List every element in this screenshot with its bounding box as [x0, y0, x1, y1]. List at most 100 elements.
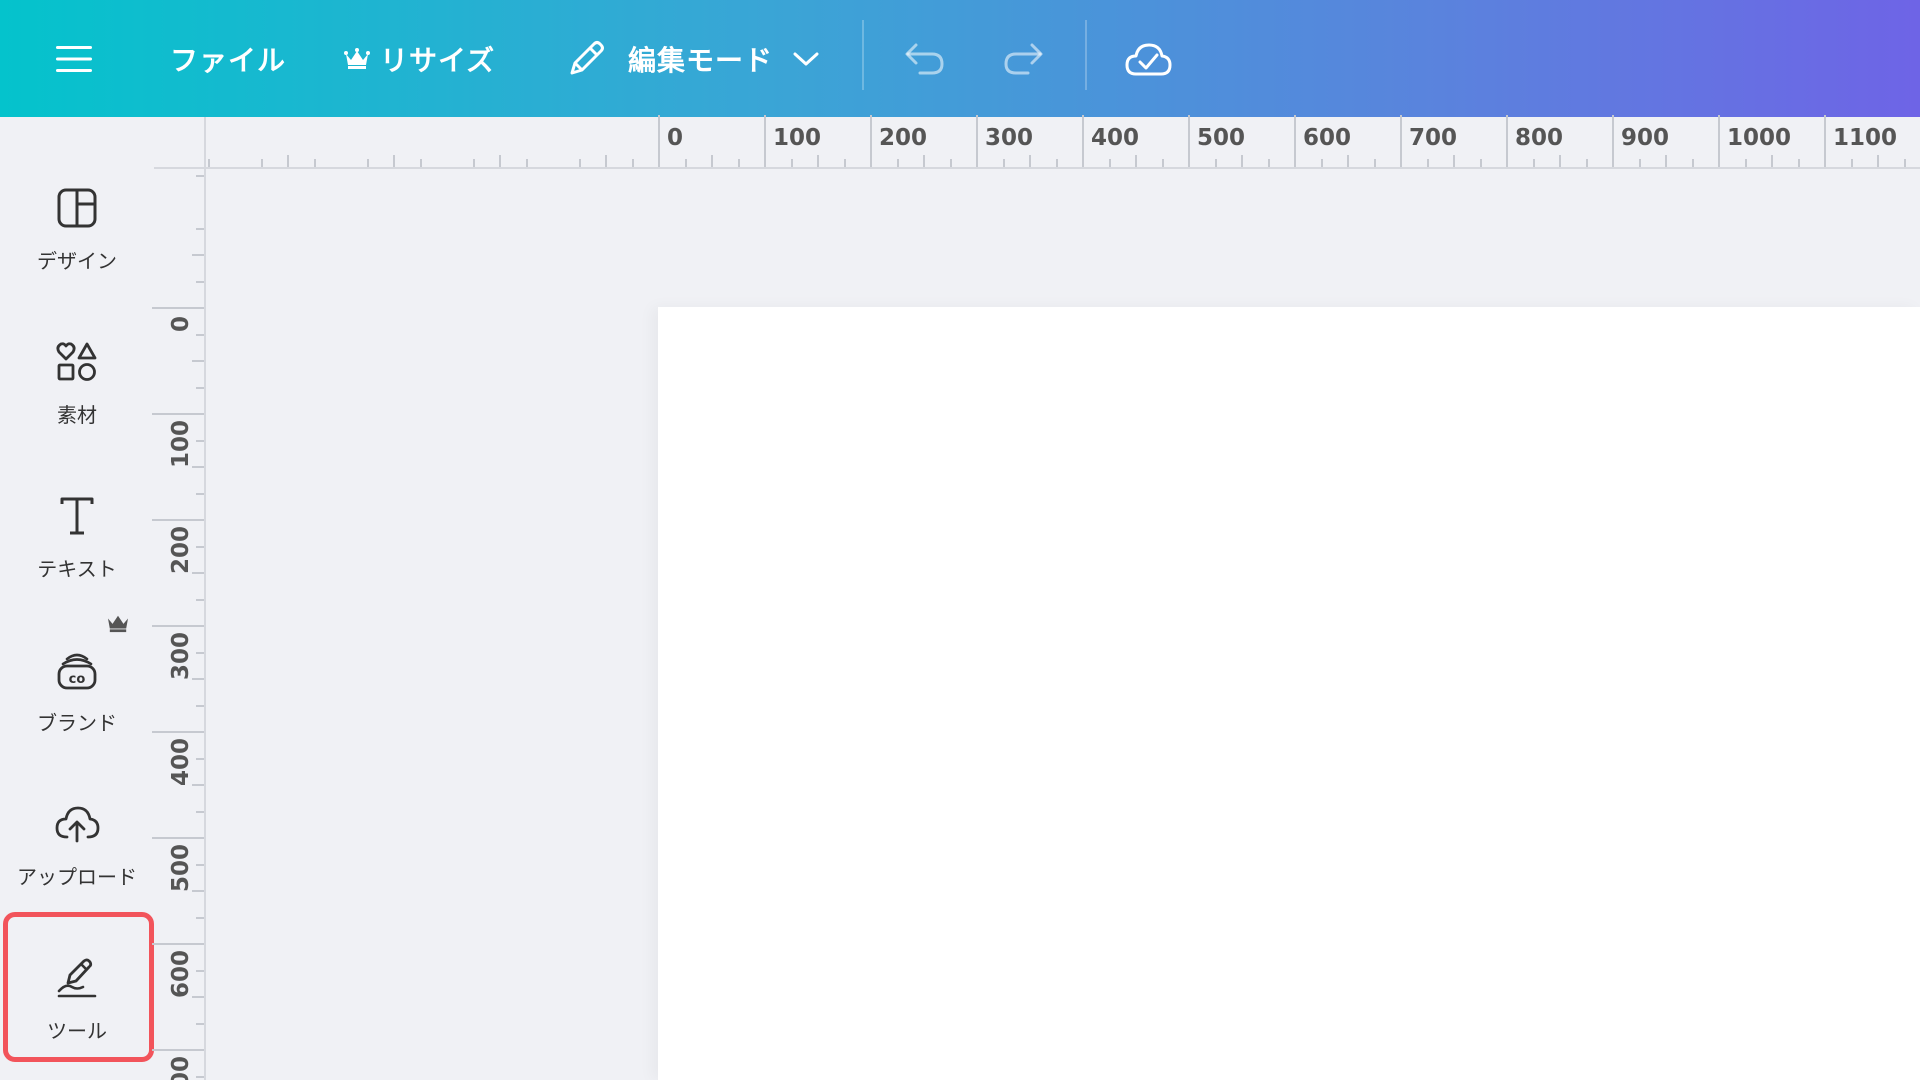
- ruler-tick: [1903, 159, 1906, 167]
- ruler-tick: [1877, 155, 1879, 167]
- redo-button[interactable]: [1002, 0, 1044, 117]
- ruler-tick: [472, 159, 475, 167]
- vertical-ruler[interactable]: 0 100 200 300 400 500 600 700: [152, 169, 206, 1080]
- svg-text:co: co: [69, 672, 86, 687]
- ruler-tick: [196, 333, 204, 336]
- ruler-tick: [1241, 155, 1243, 167]
- design-page[interactable]: [658, 307, 1920, 1080]
- hamburger-menu-icon: [56, 45, 92, 72]
- ruler-tick: [976, 115, 978, 167]
- redo-icon: [1004, 43, 1043, 74]
- ruler-tick: [870, 115, 872, 167]
- horizontal-ruler[interactable]: 0 100 200 300 400 500 600 700 800 900 1000 1100: [206, 115, 1920, 169]
- cloud-check-icon: [1125, 43, 1172, 75]
- ruler-tick: [196, 1075, 204, 1078]
- ruler-label: 0: [667, 125, 684, 151]
- toolbar-divider: [862, 20, 864, 90]
- ruler-tick: [152, 625, 204, 627]
- file-menu-button[interactable]: ファイル: [170, 0, 286, 117]
- ruler-tick: [1108, 159, 1111, 167]
- ruler-tick: [1479, 159, 1482, 167]
- pencil-icon: [570, 40, 604, 74]
- design-layout-icon: [57, 188, 97, 228]
- ruler-label: 900: [1621, 125, 1670, 151]
- ruler-tick: [260, 159, 263, 167]
- save-status-button[interactable]: [1124, 0, 1172, 117]
- ruler-tick: [1400, 115, 1402, 167]
- ruler-tick: [1188, 115, 1190, 167]
- menu-button[interactable]: [56, 0, 100, 117]
- ruler-tick: [196, 492, 204, 495]
- ruler-tick: [152, 519, 204, 521]
- sidebar-item-upload[interactable]: アップロード: [0, 773, 154, 918]
- sidebar-item-label: 素材: [57, 403, 97, 427]
- ruler-tick: [152, 1049, 204, 1051]
- ruler-tick: [313, 159, 316, 167]
- ruler-tick: [1638, 159, 1641, 167]
- ruler-tick: [1082, 115, 1084, 167]
- ruler-label: 500: [1197, 125, 1246, 151]
- sidebar-item-tools[interactable]: ツール: [0, 927, 154, 1072]
- ruler-label: 1000: [1727, 125, 1792, 151]
- sidebar-item-brand[interactable]: co ブランド: [0, 615, 154, 764]
- ruler-tick: [196, 439, 204, 442]
- ruler-tick: [196, 704, 204, 707]
- ruler-tick: [764, 115, 766, 167]
- ruler-tick: [196, 1022, 204, 1025]
- text-icon: [60, 497, 94, 535]
- ruler-tick: [1320, 159, 1323, 167]
- sidebar-item-text[interactable]: テキスト: [0, 465, 154, 610]
- ruler-tick: [525, 159, 528, 167]
- ruler-tick: [207, 159, 210, 167]
- ruler-tick: [196, 227, 204, 230]
- ruler-tick: [1824, 115, 1826, 167]
- ruler-tick: [287, 155, 289, 167]
- ruler-tick: [1691, 159, 1694, 167]
- ruler-tick: [1029, 155, 1031, 167]
- left-sidebar: デザイン 素材 テキスト co ブランド アップロード ツール: [0, 117, 154, 1080]
- ruler-tick: [196, 969, 204, 972]
- ruler-tick: [366, 159, 369, 167]
- ruler-tick: [1453, 155, 1455, 167]
- ruler-tick: [1161, 159, 1164, 167]
- ruler-tick: [152, 731, 204, 733]
- ruler-label: 600: [168, 949, 194, 998]
- elements-shapes-icon: [56, 342, 97, 381]
- ruler-label: 600: [1303, 125, 1352, 151]
- ruler-tick: [1585, 159, 1588, 167]
- ruler-tick: [196, 598, 204, 601]
- ruler-tick: [196, 863, 204, 866]
- ruler-label: 0: [168, 315, 194, 332]
- sidebar-item-label: デザイン: [37, 249, 117, 273]
- ruler-tick: [684, 159, 687, 167]
- sidebar-item-label: ツール: [47, 1019, 107, 1043]
- resize-button[interactable]: リサイズ: [344, 0, 495, 117]
- ruler-tick: [1744, 159, 1747, 167]
- edit-mode-label: 編集モード: [628, 43, 774, 77]
- ruler-tick: [152, 837, 204, 839]
- ruler-label: 100: [168, 419, 194, 468]
- ruler-corner: [154, 117, 206, 169]
- ruler-label: 800: [1515, 125, 1564, 151]
- ruler-tick: [1665, 155, 1667, 167]
- ruler-label: 1100: [1833, 125, 1898, 151]
- ruler-tick: [1612, 115, 1614, 167]
- sidebar-item-elements[interactable]: 素材: [0, 311, 154, 456]
- crown-icon: [108, 615, 128, 633]
- ruler-label: 400: [1091, 125, 1140, 151]
- ruler-tick: [1718, 115, 1720, 167]
- top-toolbar: ファイル リサイズ 編集モード: [0, 0, 1920, 117]
- sidebar-item-label: アップロード: [17, 865, 137, 889]
- resize-label: リサイズ: [380, 43, 496, 77]
- ruler-label: 500: [168, 843, 194, 892]
- ruler-tick: [196, 545, 204, 548]
- undo-button[interactable]: [904, 0, 946, 117]
- edit-mode-dropdown[interactable]: 編集モード: [566, 0, 819, 117]
- ruler-tick: [1002, 159, 1005, 167]
- sidebar-item-design[interactable]: デザイン: [0, 157, 154, 302]
- ruler-tick: [1532, 159, 1535, 167]
- ruler-tick: [196, 651, 204, 654]
- ruler-tick: [817, 155, 819, 167]
- sidebar-item-label: テキスト: [37, 557, 117, 581]
- ruler-label: 300: [985, 125, 1034, 151]
